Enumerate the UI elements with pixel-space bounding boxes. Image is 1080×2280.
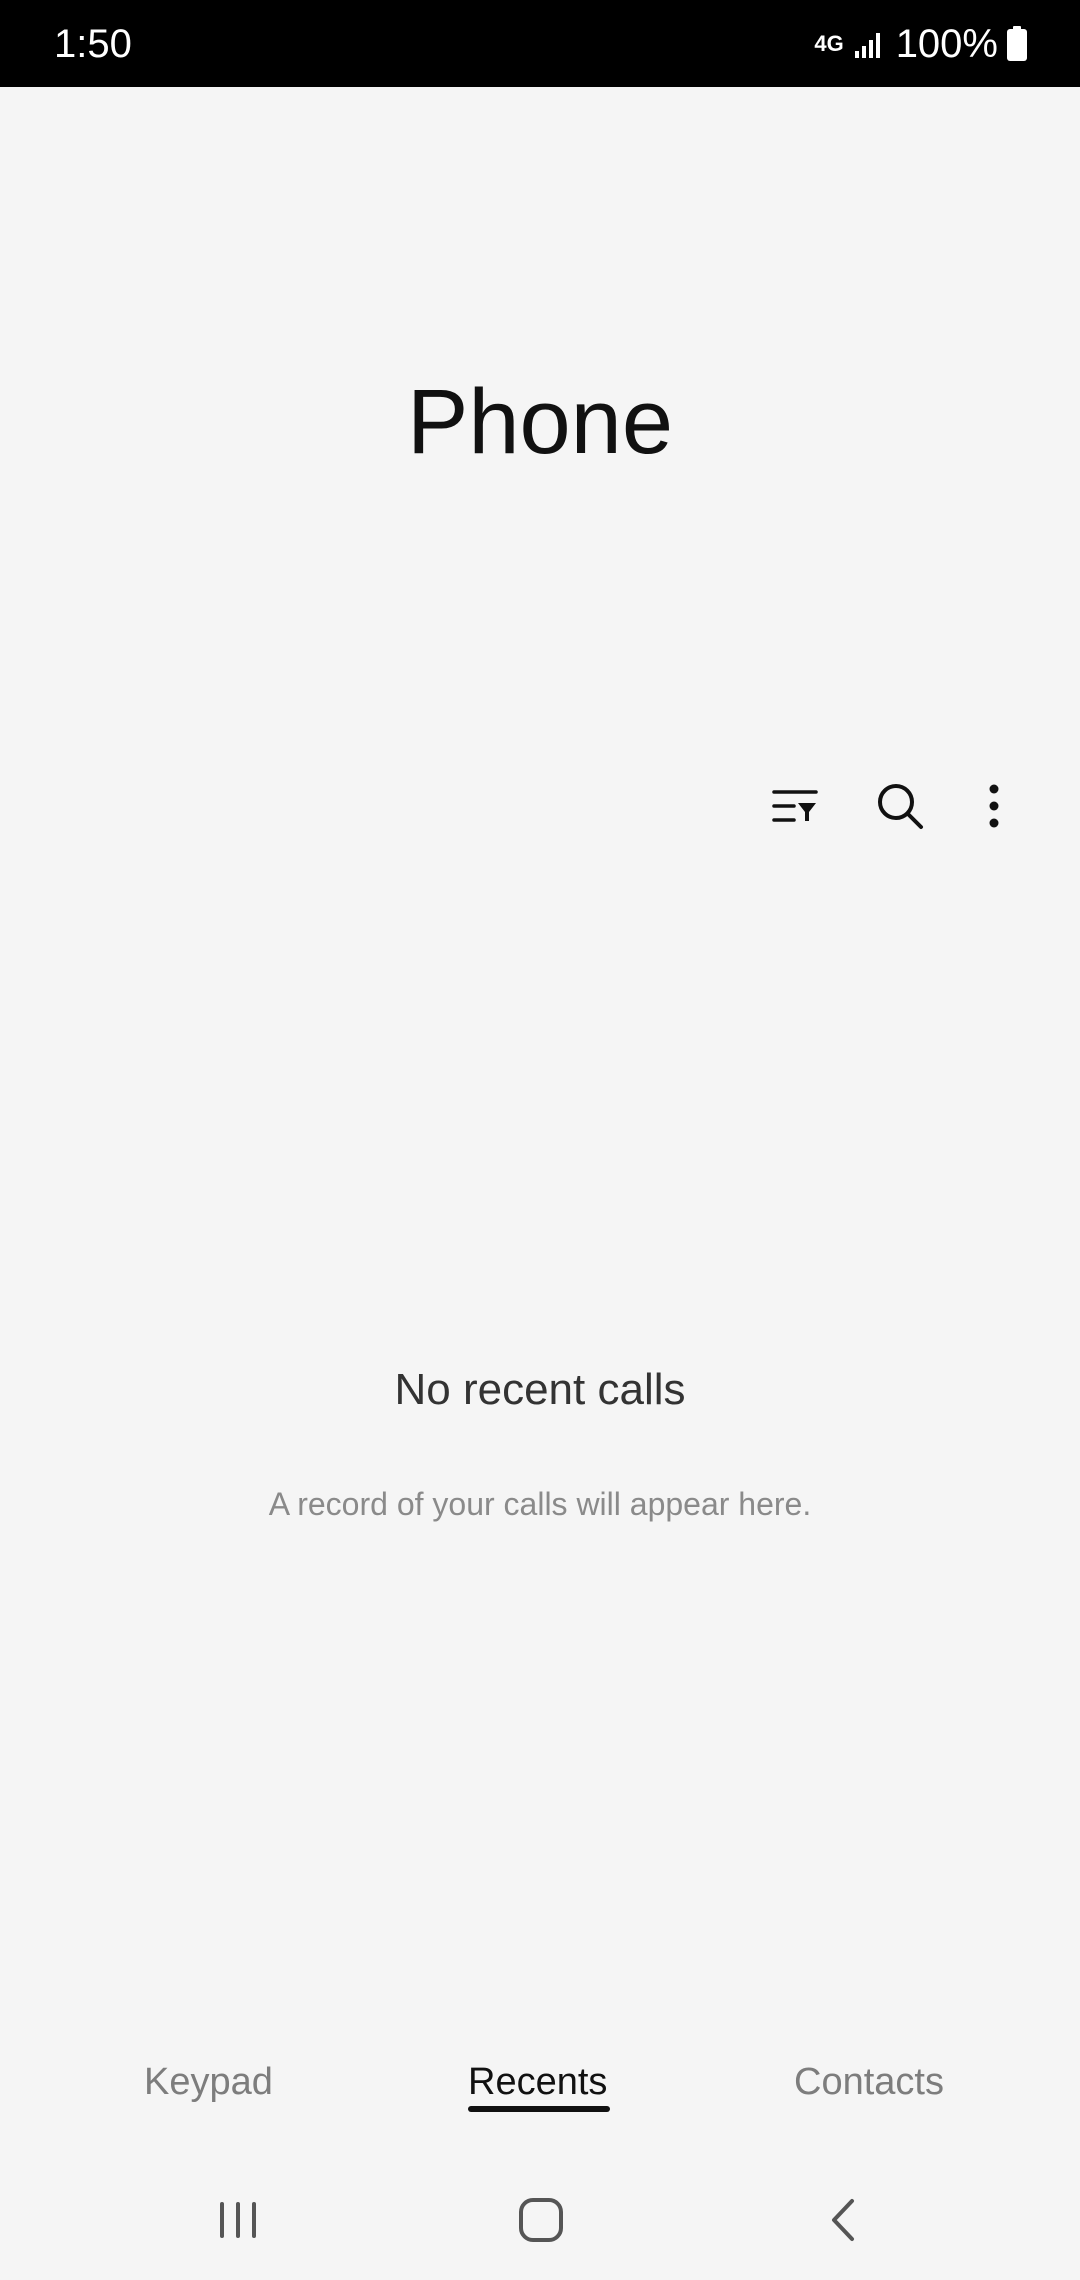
tab-recents[interactable]: Recents <box>468 2058 607 2106</box>
navigation-bar <box>0 2160 1080 2280</box>
bottom-tab-bar: Keypad Recents Contacts <box>0 2040 1080 2160</box>
more-options-icon <box>989 784 999 828</box>
recent-apps-icon <box>220 2202 256 2238</box>
home-button[interactable] <box>496 2175 586 2265</box>
battery-icon <box>1007 26 1027 61</box>
filter-icon <box>772 790 818 822</box>
tab-selected-indicator <box>468 2106 610 2112</box>
back-icon <box>832 2199 854 2241</box>
more-options-button[interactable] <box>954 766 1034 846</box>
search-icon <box>878 784 923 829</box>
tab-keypad[interactable]: Keypad <box>144 2058 273 2106</box>
status-icons: 4G 100% <box>814 22 1028 66</box>
signal-icon <box>854 33 880 58</box>
status-bar: 1:50 4G 100% <box>0 0 1080 87</box>
empty-state-title: No recent calls <box>394 1365 686 1414</box>
filter-button[interactable] <box>755 766 835 846</box>
status-time: 1:50 <box>54 22 132 66</box>
back-button[interactable] <box>798 2175 888 2265</box>
4g-lte-icon: 4G <box>814 31 844 56</box>
empty-state-subtitle: A record of your calls will appear here. <box>268 1486 812 1522</box>
page-title: Phone <box>406 371 674 473</box>
tab-contacts[interactable]: Contacts <box>794 2058 944 2106</box>
home-icon <box>519 2198 563 2242</box>
battery-percent: 100% <box>895 22 998 66</box>
recent-apps-button[interactable] <box>193 2175 283 2265</box>
search-button[interactable] <box>860 766 940 846</box>
